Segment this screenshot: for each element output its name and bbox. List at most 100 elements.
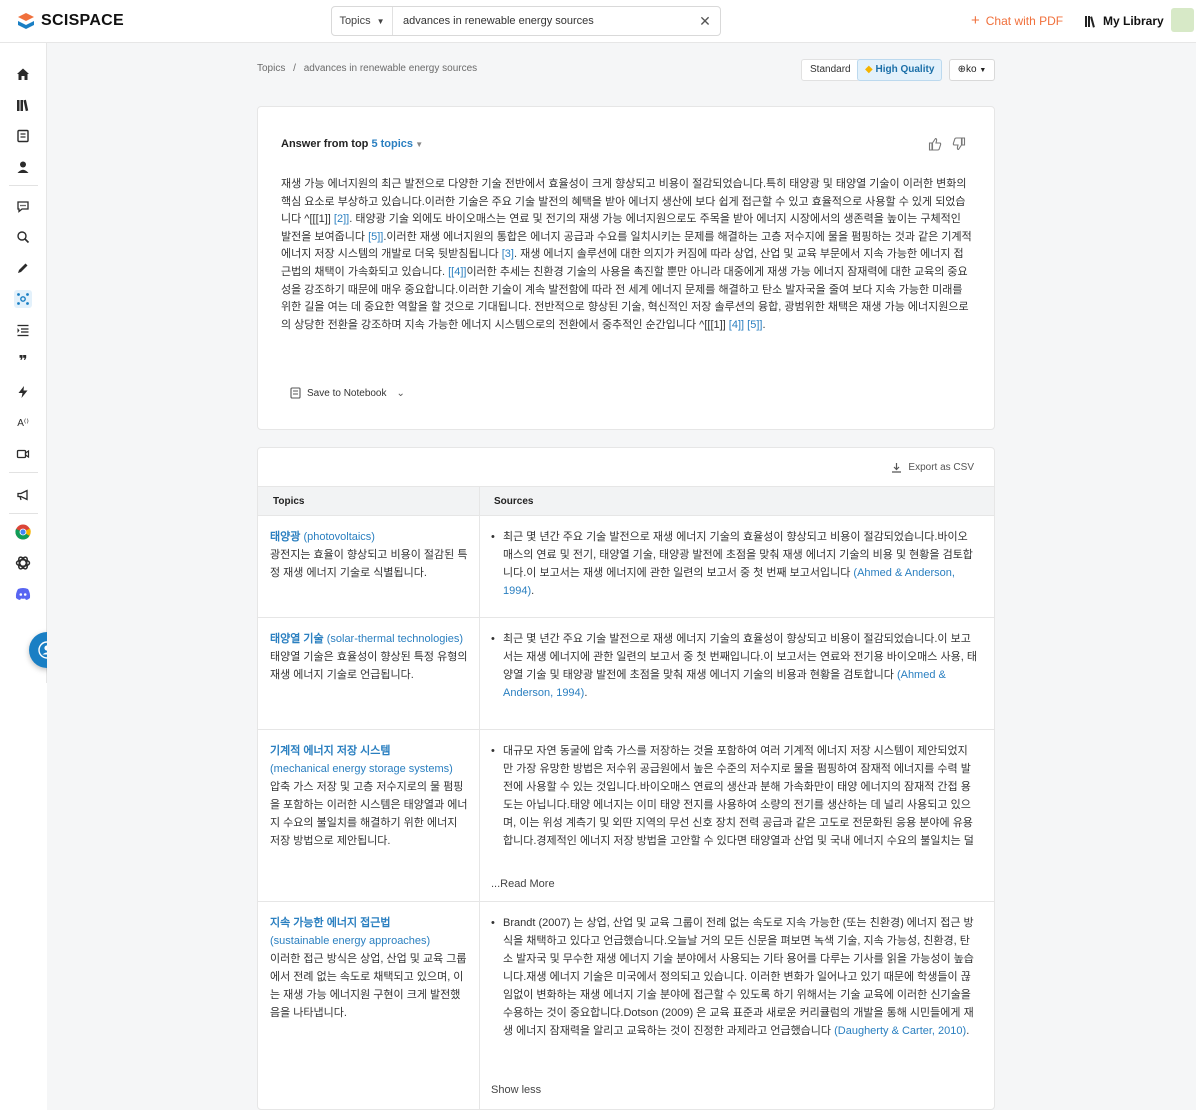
literature-search-icon[interactable]: [14, 228, 32, 246]
source-cell: 최근 몇 년간 주요 기술 발전으로 재생 에너지 기술의 효율성이 향상되고 …: [491, 630, 977, 702]
citation-link[interactable]: [3]: [502, 248, 514, 260]
save-to-notebook-label: Save to Notebook: [307, 387, 387, 399]
sidebar-divider: [9, 185, 38, 186]
scispace-logo[interactable]: SCISPACE: [17, 12, 124, 30]
topic-english: (mechanical energy storage systems): [270, 763, 453, 775]
megaphone-icon[interactable]: [14, 486, 32, 504]
search-input[interactable]: advances in renewable energy sources: [393, 15, 690, 27]
caret-down-icon: ▼: [376, 16, 385, 26]
user-icon[interactable]: [14, 158, 32, 176]
save-to-notebook-button[interactable]: Save to Notebook ⌄: [290, 387, 405, 399]
topic-english: (photovoltaics): [303, 531, 375, 543]
col-header-sources: Sources: [494, 496, 534, 507]
outline-icon[interactable]: [14, 321, 32, 339]
chevron-down-icon[interactable]: ▼: [413, 140, 423, 149]
topics-icon[interactable]: [14, 290, 32, 308]
answer-body-6: .: [762, 318, 766, 331]
discord-icon[interactable]: [14, 585, 32, 603]
source-cell: 대규모 자연 동굴에 압축 가스를 저장하는 것을 포함하여 여러 기계적 에너…: [491, 742, 977, 868]
high-quality-button[interactable]: ◆ High Quality: [857, 59, 943, 81]
download-icon: [892, 463, 902, 473]
search-type-label: Topics: [339, 15, 371, 27]
breadcrumb-separator: /: [293, 63, 296, 74]
chat-icon[interactable]: [14, 197, 32, 215]
export-csv-label: Export as CSV: [908, 462, 974, 473]
answer-text: 재생 가능 에너지원의 최근 발전으로 다양한 기술 전반에서 효율성이 크게 …: [281, 176, 973, 334]
col-header-topics: Topics: [273, 496, 305, 507]
topic-description: 태양열 기술은 효율성이 향상된 특정 유형의 재생 에너지 기술로 언급됩니다…: [270, 651, 468, 681]
lightning-icon[interactable]: [14, 383, 32, 401]
pen-icon[interactable]: [14, 259, 32, 277]
table-row: 지속 가능한 에너지 접근법 (sustainable energy approa…: [258, 902, 994, 1109]
breadcrumb: Topics / advances in renewable energy so…: [257, 63, 477, 74]
source-cell: 최근 몇 년간 주요 기술 발전으로 재생 에너지 기술의 효율성이 향상되고 …: [491, 528, 977, 600]
source-citation-link[interactable]: (Daugherty & Carter, 2010): [834, 1025, 966, 1037]
top-header: SCISPACE Topics ▼ advances in renewable …: [0, 0, 1196, 43]
scispace-logo-icon: [18, 13, 34, 29]
chrome-extension-icon[interactable]: [14, 523, 32, 541]
show-less-button[interactable]: Show less: [491, 1084, 541, 1096]
openai-icon[interactable]: [14, 554, 32, 572]
topic-description: 이러한 접근 방식은 상업, 산업 및 교육 그룹에서 전례 없는 속도로 채택…: [270, 953, 467, 1019]
answer-heading: Answer from top 5 topics ▼: [281, 138, 423, 150]
topic-title-link[interactable]: 지속 가능한 에너지 접근법: [270, 917, 391, 929]
notebook-icon: [290, 387, 301, 399]
table-row: 태양열 기술 (solar-thermal technologies) 태양열 …: [258, 618, 994, 730]
search-type-select[interactable]: Topics ▼: [332, 7, 393, 35]
topics-count-dropdown[interactable]: 5 topics: [371, 138, 413, 150]
topic-cell: 태양열 기술 (solar-thermal technologies) 태양열 …: [270, 630, 470, 684]
table-row: 태양광 (photovoltaics) 광전지는 효율이 향상되고 비용이 절감…: [258, 516, 994, 618]
table-row: 기계적 에너지 저장 시스템 (mechanical energy storage…: [258, 730, 994, 902]
plus-icon: +: [971, 12, 980, 29]
source-text: 대규모 자연 동굴에 압축 가스를 저장하는 것을 포함하여 여러 기계적 에너…: [503, 745, 974, 847]
chat-with-pdf-button[interactable]: + Chat with PDF: [971, 12, 1064, 29]
library-icon[interactable]: [14, 96, 32, 114]
thumbs-up-icon[interactable]: [928, 137, 942, 151]
topic-title-link[interactable]: 태양열 기술: [270, 633, 324, 645]
topic-cell: 기계적 에너지 저장 시스템 (mechanical energy storage…: [270, 742, 470, 850]
my-library-label: My Library: [1103, 14, 1164, 28]
topics-table-card: Export as CSV Topics Sources 태양광 (photov…: [257, 447, 995, 1110]
globe-icon: ⊕: [957, 64, 967, 75]
left-sidebar: ❞ A⁽⁾: [0, 43, 47, 683]
user-avatar[interactable]: [1171, 8, 1194, 32]
main-content: Topics / advances in renewable energy so…: [47, 43, 1196, 1110]
citation-link[interactable]: [5]]: [368, 231, 383, 243]
notebook-icon[interactable]: [14, 127, 32, 145]
source-cell: Brandt (2007) 는 상업, 산업 및 교육 그룹이 전례 없는 속도…: [491, 914, 977, 1040]
table-header: Topics Sources: [258, 486, 994, 516]
topic-cell: 지속 가능한 에너지 접근법 (sustainable energy approa…: [270, 914, 470, 1022]
library-icon: [1085, 15, 1095, 28]
breadcrumb-current: advances in renewable energy sources: [303, 63, 478, 74]
ai-detector-icon[interactable]: A⁽⁾: [14, 414, 32, 432]
standard-quality-button[interactable]: Standard: [801, 59, 860, 81]
answer-card: Answer from top 5 topics ▼ 재생 가능 에너지원의 최…: [257, 106, 995, 430]
language-select[interactable]: ⊕ko ▼: [949, 59, 995, 81]
read-more-button[interactable]: ...Read More: [491, 878, 555, 890]
chat-with-pdf-label: Chat with PDF: [985, 14, 1064, 28]
feedback-buttons: [928, 137, 966, 151]
home-icon[interactable]: [14, 65, 32, 83]
topic-english: (sustainable energy approaches): [270, 935, 431, 947]
search-bar: Topics ▼ advances in renewable energy so…: [331, 6, 721, 36]
caret-down-icon: ▼: [979, 67, 987, 74]
topic-title-link[interactable]: 기계적 에너지 저장 시스템: [270, 745, 391, 757]
chevron-down-icon[interactable]: ⌄: [397, 388, 405, 399]
answer-heading-prefix: Answer from top: [281, 138, 372, 150]
thumbs-down-icon[interactable]: [952, 137, 966, 151]
breadcrumb-topics[interactable]: Topics: [257, 63, 285, 74]
clear-icon[interactable]: ✕: [690, 13, 720, 30]
quote-icon[interactable]: ❞: [14, 352, 32, 370]
video-icon[interactable]: [14, 445, 32, 463]
citation-link[interactable]: [[4]]: [448, 266, 466, 278]
export-csv-button[interactable]: Export as CSV: [891, 462, 974, 473]
my-library-button[interactable]: My Library: [1084, 14, 1164, 28]
language-label: ko: [966, 64, 977, 75]
topic-cell: 태양광 (photovoltaics) 광전지는 효율이 향상되고 비용이 절감…: [270, 528, 470, 582]
diamond-icon: ◆: [865, 64, 873, 75]
source-text: Brandt (2007) 는 상업, 산업 및 교육 그룹이 전례 없는 속도…: [503, 917, 974, 1037]
citation-link[interactable]: [2]]: [334, 213, 349, 225]
topic-title-link[interactable]: 태양광: [270, 531, 300, 543]
citation-link[interactable]: [4]] [5]]: [729, 319, 763, 331]
topic-description: 압축 가스 저장 및 고층 저수지로의 물 펌핑을 포함하는 이러한 시스템은 …: [270, 781, 468, 847]
